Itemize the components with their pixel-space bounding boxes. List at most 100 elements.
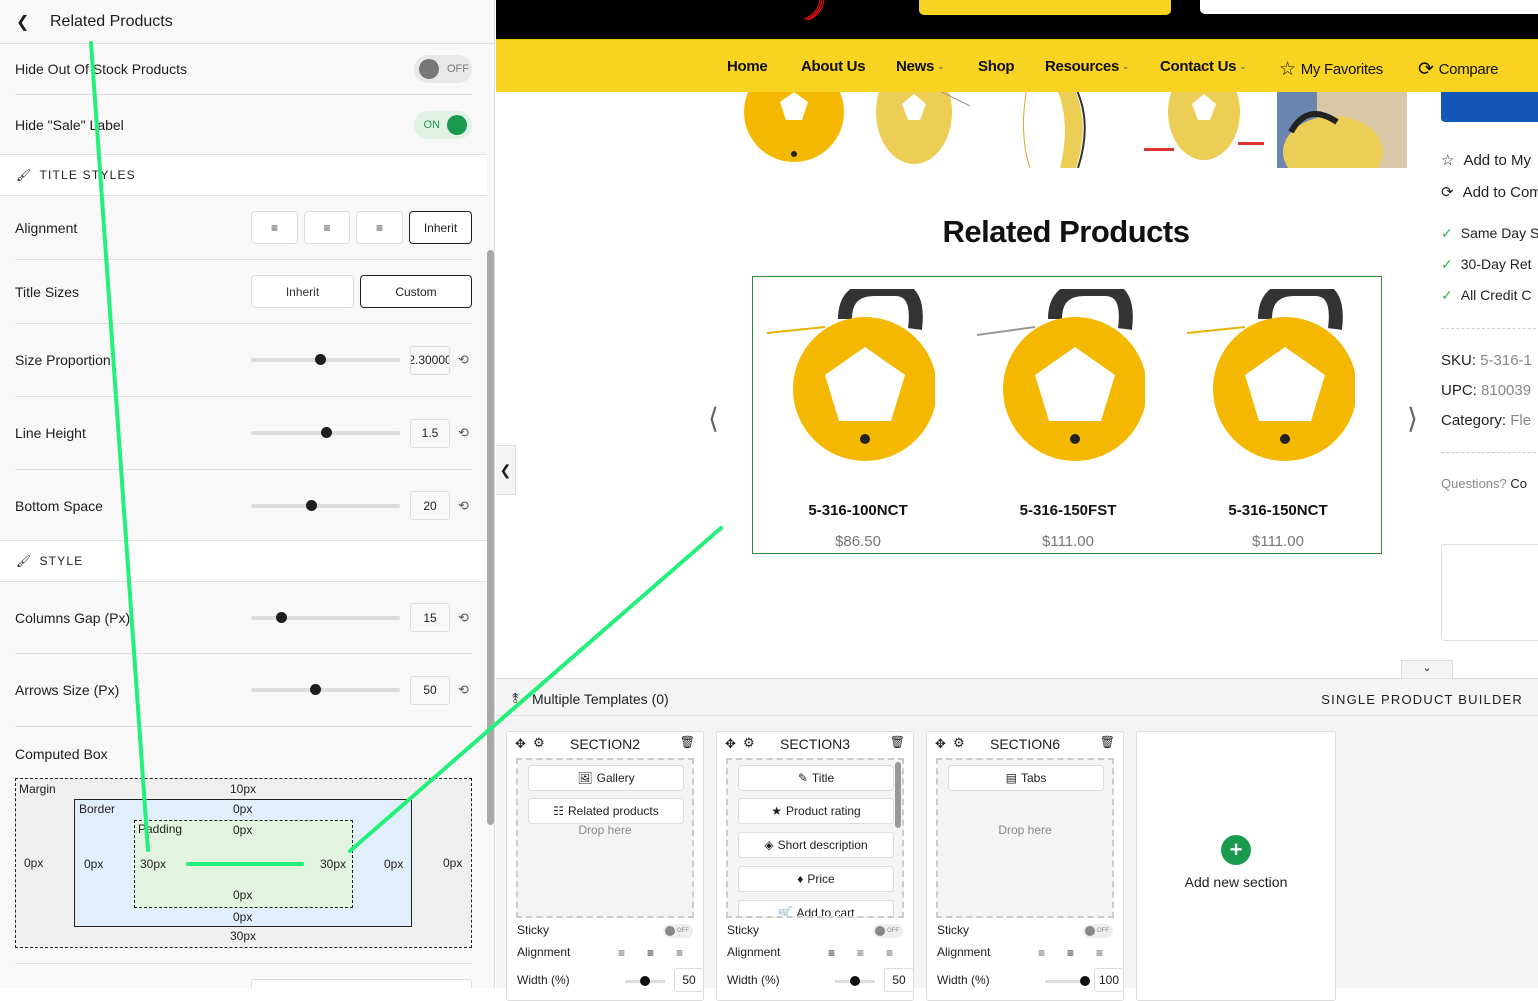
product-image[interactable]: [765, 289, 935, 469]
arrows-size-input[interactable]: 50: [410, 675, 450, 705]
reset-icon[interactable]: ⟲: [458, 352, 469, 368]
element-tabs[interactable]: ▤ Tabs: [948, 765, 1104, 791]
size-proportion-input[interactable]: 2.30000: [410, 345, 450, 375]
header-search-input[interactable]: [1200, 0, 1538, 14]
bottom-space-slider[interactable]: [251, 499, 400, 511]
drop-zone-scrollbar[interactable]: [895, 762, 901, 828]
align-left-button[interactable]: ≡: [251, 211, 298, 244]
slider-thumb[interactable]: [850, 976, 860, 986]
trash-icon[interactable]: 🗑: [1100, 735, 1115, 749]
hide-out-of-stock-toggle[interactable]: OFF: [414, 55, 472, 83]
add-to-favorites-link[interactable]: ☆ Add to My: [1441, 151, 1531, 169]
carousel-prev-icon[interactable]: ⟨: [708, 402, 719, 435]
width-input[interactable]: 100: [1094, 968, 1124, 992]
nav-my-favorites[interactable]: ☆ My Favorites: [1279, 58, 1383, 81]
style-header[interactable]: 🖌 STYLE: [0, 540, 487, 582]
align-center-icon[interactable]: ≡: [857, 946, 864, 960]
slider-thumb[interactable]: [640, 976, 650, 986]
nav-news[interactable]: News ⌄: [896, 58, 945, 75]
sticky-toggle[interactable]: OFF: [873, 924, 903, 938]
title-styles-header[interactable]: 🖌 TITLE STYLES: [0, 154, 487, 196]
border-top[interactable]: 0px: [233, 802, 252, 816]
width-slider[interactable]: [1045, 976, 1090, 986]
section-card[interactable]: ✥ ⚙ SECTION2 🗑 🖼 Gallery ☷ Related products…: [506, 731, 704, 1001]
border-left[interactable]: 0px: [84, 857, 103, 871]
slider-thumb[interactable]: [275, 611, 287, 623]
padding-left[interactable]: 30px: [140, 857, 166, 871]
margin-right[interactable]: 0px: [443, 856, 462, 870]
element-title[interactable]: ✎ Title: [738, 765, 894, 791]
element-product-rating[interactable]: ★ Product rating: [738, 798, 894, 824]
arrows-size-slider[interactable]: [251, 684, 400, 695]
reset-icon[interactable]: ⟲: [458, 425, 469, 441]
product-name[interactable]: 5-316-150NCT: [1173, 502, 1383, 519]
padding-right[interactable]: 30px: [320, 857, 346, 871]
align-center-icon[interactable]: ≡: [1067, 946, 1074, 960]
drop-zone[interactable]: ✎ Title ★ Product rating ◈ Short descriptio…: [726, 758, 904, 918]
next-field[interactable]: [251, 979, 472, 988]
gallery-thumbnail[interactable]: [872, 92, 976, 168]
sticky-toggle[interactable]: OFF: [1083, 924, 1113, 938]
element-gallery[interactable]: 🖼 Gallery: [528, 765, 684, 791]
title-size-custom-button[interactable]: Custom: [360, 275, 472, 308]
reset-icon[interactable]: ⟲: [458, 610, 469, 626]
bottom-space-input[interactable]: 20: [410, 491, 450, 520]
back-icon[interactable]: ❮: [16, 12, 36, 32]
padding-bottom[interactable]: 0px: [233, 888, 252, 902]
slider-thumb[interactable]: [310, 684, 322, 695]
slider-thumb[interactable]: [305, 499, 317, 511]
element-short-description[interactable]: ◈ Short description: [738, 832, 894, 858]
align-left-icon[interactable]: ≡: [1038, 946, 1045, 960]
width-slider[interactable]: [625, 976, 665, 986]
align-right-icon[interactable]: ≡: [676, 946, 683, 960]
add-to-compare-link[interactable]: ⟳ Add to Com: [1441, 183, 1538, 201]
sticky-toggle[interactable]: OFF: [663, 924, 693, 938]
category-value[interactable]: Fle: [1510, 412, 1531, 429]
width-input[interactable]: 50: [884, 968, 914, 992]
add-to-cart-button[interactable]: [1441, 92, 1538, 122]
drop-zone[interactable]: ▤ Tabs Drop here: [936, 758, 1114, 918]
line-height-input[interactable]: 1.5: [410, 418, 450, 448]
collapse-panel-button[interactable]: ❮: [496, 445, 516, 495]
border-right[interactable]: 0px: [384, 857, 403, 871]
gallery-thumbnail[interactable]: [1014, 92, 1118, 168]
margin-bottom[interactable]: 30px: [230, 929, 256, 943]
product-image[interactable]: [975, 289, 1145, 469]
gallery-thumbnail[interactable]: [1277, 92, 1407, 168]
columns-gap-slider[interactable]: [251, 611, 400, 623]
margin-top[interactable]: 10px: [230, 782, 256, 796]
gallery-thumbnail[interactable]: [1142, 92, 1272, 168]
align-left-icon[interactable]: ≡: [828, 946, 835, 960]
product-name[interactable]: 5-316-150FST: [963, 502, 1173, 519]
trash-icon[interactable]: 🗑: [680, 735, 695, 749]
section-card[interactable]: ✥ ⚙ SECTION6 🗑 ▤ Tabs Drop here Sticky OFF…: [926, 731, 1124, 1001]
nav-resources[interactable]: Resources ⌄: [1045, 58, 1130, 75]
margin-left[interactable]: 0px: [24, 856, 43, 870]
align-inherit-button[interactable]: Inherit: [409, 211, 472, 244]
nav-home[interactable]: Home: [727, 58, 768, 75]
nav-about-us[interactable]: About Us: [801, 58, 866, 75]
nav-compare[interactable]: ⟳ Compare: [1418, 58, 1499, 81]
product-card[interactable]: 5-316-100NCT $86.50: [753, 277, 963, 555]
hide-sale-label-toggle[interactable]: ON: [414, 111, 472, 139]
element-related-products[interactable]: ☷ Related products: [528, 798, 684, 824]
align-center-icon[interactable]: ≡: [647, 946, 654, 960]
align-center-button[interactable]: ≡: [304, 211, 350, 244]
align-right-icon[interactable]: ≡: [1096, 946, 1103, 960]
multiple-templates-link[interactable]: Multiple Templates (0): [532, 691, 669, 707]
panel-scrollbar[interactable]: [487, 250, 494, 825]
slider-thumb[interactable]: [314, 354, 326, 365]
columns-gap-input[interactable]: 15: [410, 603, 450, 632]
header-yellow-button[interactable]: [919, 0, 1171, 15]
reset-icon[interactable]: ⟲: [458, 498, 469, 514]
section-card[interactable]: ✥ ⚙ SECTION3 🗑 ✎ Title ★ Product rating ◈ Sh…: [716, 731, 914, 1001]
element-add-to-cart[interactable]: 🛒 Add to cart: [738, 900, 894, 916]
align-right-button[interactable]: ≡: [356, 211, 403, 244]
title-size-inherit-button[interactable]: Inherit: [251, 275, 354, 308]
product-card[interactable]: 5-316-150NCT $111.00: [1173, 277, 1383, 555]
drop-zone[interactable]: 🖼 Gallery ☷ Related products Drop here: [516, 758, 694, 918]
nav-contact-us[interactable]: Contact Us ⌄: [1160, 58, 1247, 75]
width-slider[interactable]: [835, 976, 875, 986]
align-right-icon[interactable]: ≡: [886, 946, 893, 960]
nav-shop[interactable]: Shop: [978, 58, 1015, 75]
